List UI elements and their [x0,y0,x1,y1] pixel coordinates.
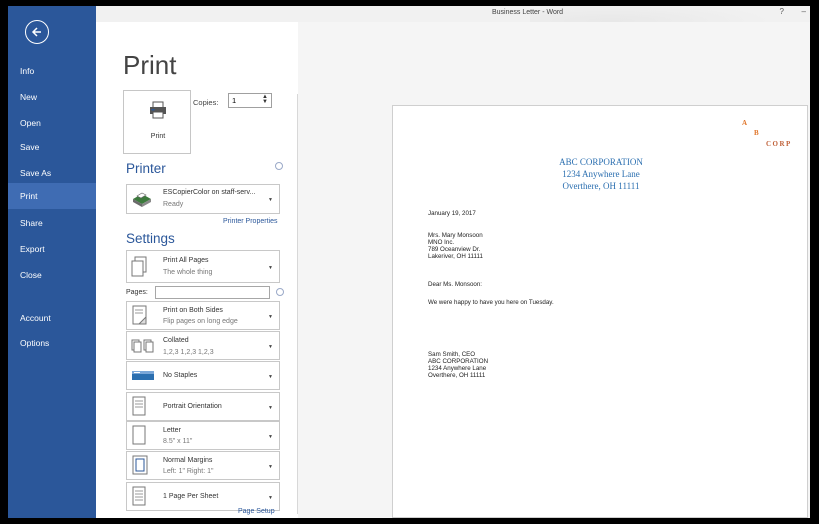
paper-size-title: Letter [163,427,181,434]
nav-print[interactable]: Print [8,183,96,209]
letterhead-city: Overthere, OH 11111 [562,181,640,191]
nav-save[interactable]: Save [8,134,96,160]
page-setup-link[interactable]: Page Setup [238,508,275,515]
printer-name: ESCopierColor on staff-serv... [163,189,256,196]
chevron-down-icon: ▼ [268,265,273,271]
signature-street: 1234 Anywhere Lane [428,365,487,372]
signature-company: ABC CORPORATION [428,358,489,365]
print-range-sub: The whole thing [163,269,213,276]
panel-divider [297,94,298,514]
nav-options[interactable]: Options [8,330,96,356]
info-icon[interactable] [275,162,283,170]
margins-icon [132,455,148,475]
minimize-button[interactable]: – [802,7,806,16]
duplex-select[interactable]: Print on Both Sides Flip pages on long e… [126,301,280,330]
collate-title: Collated [163,337,189,344]
orientation-title: Portrait Orientation [163,403,222,410]
logo-letter-a: A [742,119,749,127]
staple-icon [132,371,154,380]
duplex-icon [132,305,147,325]
collate-sub: 1,2,3 1,2,3 1,2,3 [163,349,214,356]
letter-date: January 19, 2017 [428,210,476,217]
copies-value: 1 [232,96,237,105]
signature-city: Overthere, OH 11111 [428,372,486,379]
page-title: Print [123,50,177,80]
paper-size-icon [132,425,146,445]
duplex-title: Print on Both Sides [163,307,223,314]
chevron-down-icon: ▼ [268,344,273,350]
printer-icon [133,192,151,207]
print-button-label: Print [150,133,166,140]
logo-corp: CORP [766,140,792,148]
paper-size-sub: 8.5" x 11" [163,438,193,445]
collate-select[interactable]: Collated 1,2,3 1,2,3 1,2,3 ▼ [126,331,280,360]
recipient-name: Mrs. Mary Monsoon [428,232,483,239]
letterhead-street: 1234 Anywhere Lane [562,169,640,179]
print-range-title: Print All Pages [163,257,209,264]
staple-title: No Staples [163,372,198,379]
margins-select[interactable]: Normal Margins Left: 1" Right: 1" ▼ [126,451,280,480]
document-title: Business Letter - Word [492,9,564,16]
pages-per-sheet-select[interactable]: 1 Page Per Sheet ▼ [126,482,280,511]
print-range-select[interactable]: Print All Pages The whole thing ▼ [126,250,280,283]
spinner-arrows-icon[interactable]: ▲ ▼ [262,94,268,105]
nav-open[interactable]: Open [8,110,96,136]
orientation-select[interactable]: Portrait Orientation ▼ [126,392,280,421]
printer-properties-link[interactable]: Printer Properties [223,218,277,225]
chevron-down-icon: ▼ [268,495,273,501]
chevron-down-icon: ▼ [268,197,273,203]
printer-status: Ready [163,201,184,208]
margins-title: Normal Margins [163,457,213,464]
pages-per-sheet-icon [132,486,146,506]
signature-name: Sam Smith, CEO [428,351,476,358]
pages-icon [131,256,147,277]
chevron-down-icon: ▼ [268,374,273,380]
nav-account[interactable]: Account [8,305,96,331]
word-window: Info New Open Save Save As Print Share E… [8,6,810,518]
salutation: Dear Ms. Monsoon: [428,281,482,288]
help-button[interactable]: ? [780,7,784,16]
pages-input[interactable] [155,286,270,299]
duplex-sub: Flip pages on long edge [163,318,238,325]
logo-letter-b: B [754,129,761,137]
recipient-company: MNO Inc. [428,239,455,246]
collate-icon [131,339,154,353]
staple-select[interactable]: No Staples ▼ [126,361,280,390]
print-button[interactable]: Print [123,90,191,154]
settings-section-title: Settings [126,231,175,246]
paper-size-select[interactable]: Letter 8.5" x 11" ▼ [126,421,280,450]
copies-stepper[interactable]: 1 ▲ ▼ [228,93,272,108]
nav-new[interactable]: New [8,84,96,110]
nav-export[interactable]: Export [8,236,96,262]
printer-section-title: Printer [126,161,166,176]
backstage-sidebar: Info New Open Save Save As Print Share E… [8,6,96,518]
chevron-down-icon: ▼ [268,405,273,411]
print-preview-page: A B CORP ABC CORPORATION 1234 Anywhere L… [392,105,808,518]
back-arrow-icon[interactable] [25,20,49,44]
letterhead-company: ABC CORPORATION [559,157,643,167]
copies-label: Copies: [193,98,219,107]
recipient-city: Lakeriver, OH 11111 [428,253,483,260]
letter-body: We were happy to have you here on Tuesda… [428,299,554,306]
chevron-down-icon: ▼ [268,434,273,440]
printer-select[interactable]: ESCopierColor on staff-serv... Ready ▼ [126,184,280,214]
chevron-down-icon: ▼ [268,464,273,470]
pages-per-sheet-title: 1 Page Per Sheet [163,493,219,500]
pages-label: Pages: [126,289,148,296]
nav-close[interactable]: Close [8,262,96,288]
nav-share[interactable]: Share [8,210,96,236]
portrait-icon [132,396,146,416]
chevron-down-icon: ▼ [268,314,273,320]
printer-icon [150,101,166,119]
recipient-street: 789 Oceanview Dr. [428,246,481,253]
nav-info[interactable]: Info [8,58,96,84]
info-icon[interactable] [276,288,284,296]
margins-sub: Left: 1" Right: 1" [163,468,214,475]
title-bar: Business Letter - Word ? – [96,6,810,44]
